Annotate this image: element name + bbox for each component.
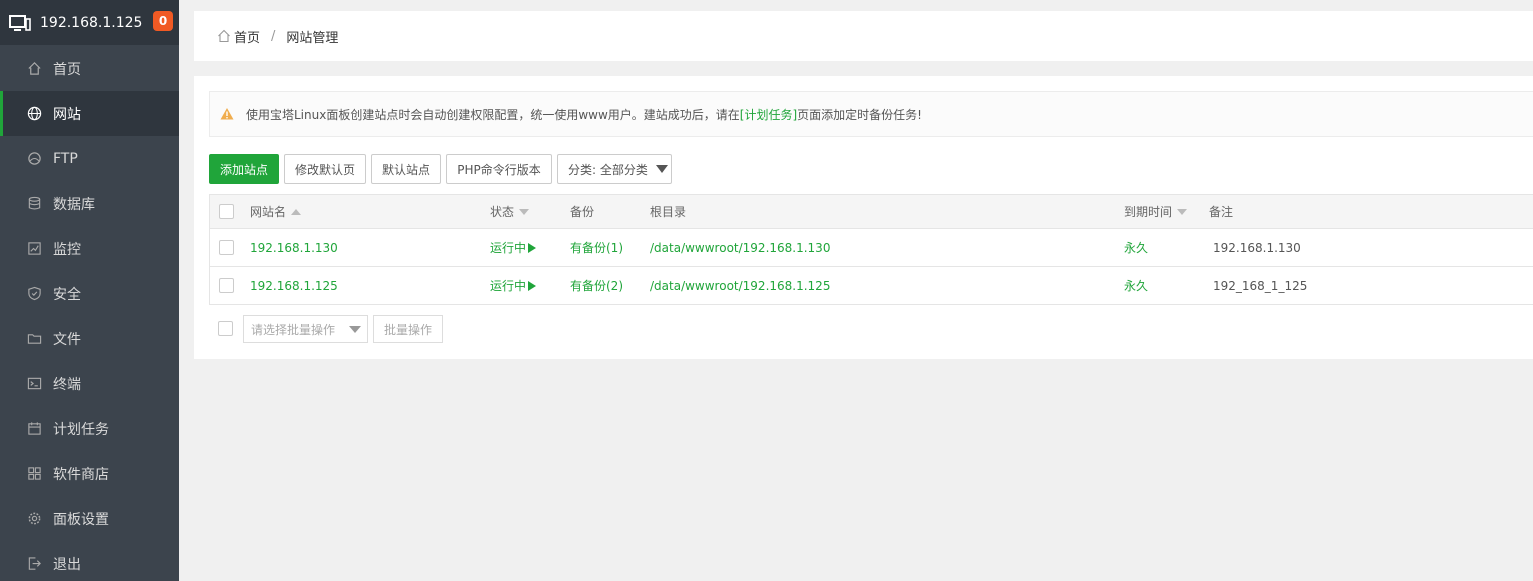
site-status[interactable]: 运行中	[490, 267, 537, 304]
sidebar-item-files[interactable]: 文件	[0, 316, 179, 361]
sidebar-item-label: 首页	[53, 61, 81, 78]
sidebar-item-database[interactable]: 数据库	[0, 181, 179, 226]
notification-badge[interactable]: 0	[153, 11, 173, 31]
chevron-down-icon	[655, 165, 668, 173]
home-icon	[218, 29, 230, 43]
breadcrumb-home[interactable]: 首页	[234, 27, 260, 46]
add-site-button[interactable]: 添加站点	[209, 154, 279, 184]
terminal-icon	[26, 376, 42, 392]
sort-desc-icon	[519, 208, 530, 215]
folder-icon	[26, 331, 42, 347]
sidebar-item-label: 终端	[53, 376, 81, 393]
sidebar-item-label: 计划任务	[53, 421, 109, 438]
row-checkbox[interactable]	[219, 278, 234, 293]
play-icon	[528, 280, 537, 291]
edit-default-page-button[interactable]: 修改默认页	[284, 154, 366, 184]
cron-link[interactable]: [计划任务]	[740, 106, 797, 123]
sidebar-header: 192.168.1.125 0	[0, 0, 179, 45]
breadcrumb: 首页 / 网站管理	[194, 11, 1533, 61]
header-backup: 备份	[570, 205, 595, 219]
header-name[interactable]: 网站名	[250, 195, 302, 228]
batch-select-all-checkbox[interactable]	[218, 321, 233, 336]
site-status-label: 运行中	[490, 241, 527, 255]
sidebar: 192.168.1.125 0 首页 网站 FTP 数据库 监控 安全 文件 终…	[0, 0, 179, 581]
ftp-icon	[26, 151, 42, 167]
notice-text-suffix: 页面添加定时备份任务!	[797, 107, 922, 122]
sidebar-item-store[interactable]: 软件商店	[0, 451, 179, 496]
calendar-icon	[26, 421, 42, 437]
sidebar-item-label: 面板设置	[53, 511, 109, 528]
category-select[interactable]: 分类: 全部分类	[557, 154, 672, 184]
site-name-link[interactable]: 192.168.1.125	[250, 267, 338, 304]
breadcrumb-current: 网站管理	[286, 30, 339, 46]
server-host: 192.168.1.125	[40, 14, 143, 31]
sidebar-item-label: FTP	[53, 150, 78, 167]
sidebar-item-cron[interactable]: 计划任务	[0, 406, 179, 451]
sort-desc-icon	[1177, 208, 1188, 215]
header-status-label: 状态	[490, 205, 515, 219]
sidebar-item-monitor[interactable]: 监控	[0, 226, 179, 271]
header-status[interactable]: 状态	[490, 195, 530, 228]
computer-icon	[9, 14, 31, 31]
backup-link[interactable]: 有备份(1)	[570, 229, 623, 266]
sidebar-item-security[interactable]: 安全	[0, 271, 179, 316]
sort-asc-icon	[291, 208, 302, 215]
select-all-checkbox[interactable]	[219, 204, 234, 219]
header-remark: 备注	[1209, 205, 1234, 219]
default-site-button[interactable]: 默认站点	[371, 154, 441, 184]
sidebar-item-home[interactable]: 首页	[0, 46, 179, 91]
remark-field[interactable]: 192_168_1_125	[1213, 267, 1307, 304]
site-status[interactable]: 运行中	[490, 229, 537, 266]
sidebar-item-ftp[interactable]: FTP	[0, 136, 179, 181]
apps-icon	[26, 466, 42, 482]
header-root: 根目录	[650, 205, 687, 219]
table-row: 192.168.1.125 运行中 有备份(2) /data/wwwroot/1…	[210, 267, 1533, 305]
batch-operation-select[interactable]: 请选择批量操作	[243, 315, 368, 343]
sidebar-item-label: 监控	[53, 241, 81, 258]
batch-operation-placeholder: 请选择批量操作	[251, 322, 336, 337]
sidebar-item-terminal[interactable]: 终端	[0, 361, 179, 406]
header-expire-label: 到期时间	[1124, 205, 1173, 219]
expire-link[interactable]: 永久	[1124, 229, 1148, 266]
play-icon	[528, 242, 537, 253]
sidebar-item-label: 安全	[53, 286, 81, 303]
warning-icon	[220, 108, 234, 120]
header-expire[interactable]: 到期时间	[1124, 195, 1188, 228]
monitor-icon	[26, 241, 42, 257]
header-name-label: 网站名	[250, 205, 287, 219]
table-row: 192.168.1.130 运行中 有备份(1) /data/wwwroot/1…	[210, 229, 1533, 267]
site-name-link[interactable]: 192.168.1.130	[250, 229, 338, 266]
chevron-down-icon	[349, 326, 361, 333]
home-icon	[26, 61, 42, 77]
notice-banner: 使用宝塔Linux面板创建站点时会自动创建权限配置，统一使用www用户。建站成功…	[209, 91, 1533, 137]
table-header: 网站名 状态 备份 根目录 到期时间 备注	[210, 195, 1533, 229]
batch-operation-button[interactable]: 批量操作	[373, 315, 443, 343]
root-dir-link[interactable]: /data/wwwroot/192.168.1.130	[650, 229, 830, 266]
category-select-value: 分类: 全部分类	[568, 162, 648, 177]
globe-icon	[26, 106, 42, 122]
gear-icon	[26, 511, 42, 527]
remark-field[interactable]: 192.168.1.130	[1213, 229, 1301, 266]
shield-icon	[26, 286, 42, 302]
sidebar-item-website[interactable]: 网站	[0, 91, 179, 136]
php-cli-version-button[interactable]: PHP命令行版本	[446, 154, 552, 184]
site-table: 网站名 状态 备份 根目录 到期时间 备注 192.168.1.130 运行中 …	[209, 194, 1533, 305]
logout-icon	[26, 556, 42, 572]
sidebar-item-label: 网站	[53, 106, 81, 123]
row-checkbox[interactable]	[219, 240, 234, 255]
sidebar-item-logout[interactable]: 退出	[0, 541, 179, 581]
backup-link[interactable]: 有备份(2)	[570, 267, 623, 304]
expire-link[interactable]: 永久	[1124, 267, 1148, 304]
sidebar-item-label: 数据库	[53, 196, 95, 213]
sidebar-item-settings[interactable]: 面板设置	[0, 496, 179, 541]
root-dir-link[interactable]: /data/wwwroot/192.168.1.125	[650, 267, 830, 304]
site-status-label: 运行中	[490, 279, 527, 293]
database-icon	[26, 196, 42, 212]
notice-text: 使用宝塔Linux面板创建站点时会自动创建权限配置，统一使用www用户。建站成功…	[246, 107, 740, 122]
sidebar-item-label: 软件商店	[53, 466, 109, 483]
sidebar-item-label: 退出	[53, 556, 81, 573]
site-management-panel: 使用宝塔Linux面板创建站点时会自动创建权限配置，统一使用www用户。建站成功…	[194, 76, 1533, 359]
sidebar-item-label: 文件	[53, 331, 81, 348]
breadcrumb-separator: /	[271, 28, 276, 44]
